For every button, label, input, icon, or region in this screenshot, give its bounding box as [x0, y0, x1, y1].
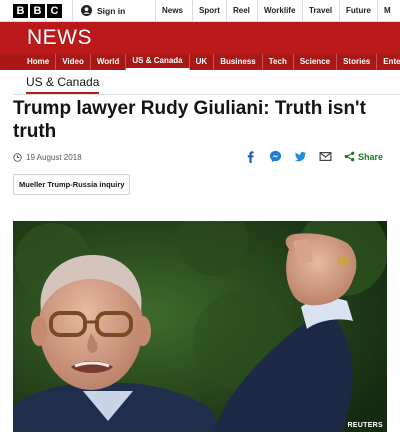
section-nav-world[interactable]: World [91, 54, 127, 70]
share-label: Share [357, 151, 383, 162]
topic-tag[interactable]: Mueller Trump-Russia inquiry [13, 174, 131, 195]
share-tools: Share [244, 150, 383, 163]
divider [13, 94, 400, 95]
top-nav-travel[interactable]: Travel [302, 0, 339, 21]
section-nav-uk[interactable]: UK [190, 54, 215, 70]
article-photo-illustration [13, 221, 387, 432]
twitter-icon[interactable] [294, 150, 307, 163]
bbc-top-bar: B B C Sign in News Sport Reel Worklife T… [0, 0, 400, 22]
section-nav: Home Video World US & Canada UK Business… [0, 54, 400, 70]
sign-in-label: Sign in [97, 5, 126, 16]
section-nav-business[interactable]: Business [214, 54, 263, 70]
news-banner: NEWS [0, 22, 400, 54]
section-nav-video[interactable]: Video [56, 54, 91, 70]
top-nav: News Sport Reel Worklife Travel Future M [155, 0, 400, 21]
top-nav-future[interactable]: Future [339, 0, 377, 21]
person-icon [81, 5, 92, 16]
article-image: REUTERS [13, 221, 387, 432]
section-nav-stories[interactable]: Stories [337, 54, 378, 70]
top-nav-more[interactable]: M [377, 0, 400, 21]
share-button[interactable]: Share [344, 151, 383, 162]
bbc-logo-letter: B [13, 3, 28, 18]
article-meta: 19 August 2018 [13, 153, 82, 162]
bbc-logo[interactable]: B B C [13, 3, 62, 18]
bbc-logo-letter: B [30, 3, 45, 18]
email-icon[interactable] [319, 150, 332, 163]
bbc-logo-letter: C [47, 3, 62, 18]
section-nav-us-canada[interactable]: US & Canada [126, 54, 190, 70]
messenger-icon[interactable] [269, 150, 282, 163]
facebook-icon[interactable] [244, 150, 257, 163]
share-icon [344, 151, 355, 162]
top-nav-sport[interactable]: Sport [192, 0, 226, 21]
clock-icon [13, 153, 22, 162]
top-nav-news[interactable]: News [155, 0, 192, 21]
sign-in-button[interactable]: Sign in [72, 0, 135, 21]
page-title: Trump lawyer Rudy Giuliani: Truth isn't … [13, 98, 366, 142]
top-nav-reel[interactable]: Reel [226, 0, 257, 21]
image-credit: REUTERS [347, 422, 383, 429]
news-logo[interactable]: NEWS [27, 26, 92, 50]
top-nav-worklife[interactable]: Worklife [257, 0, 302, 21]
article-date: 19 August 2018 [26, 153, 82, 162]
section-nav-science[interactable]: Science [294, 54, 338, 70]
section-nav-tech[interactable]: Tech [263, 54, 294, 70]
breadcrumb[interactable]: US & Canada [26, 75, 100, 94]
section-nav-entertainment[interactable]: Enter [377, 54, 400, 70]
section-nav-home[interactable]: Home [0, 54, 57, 70]
